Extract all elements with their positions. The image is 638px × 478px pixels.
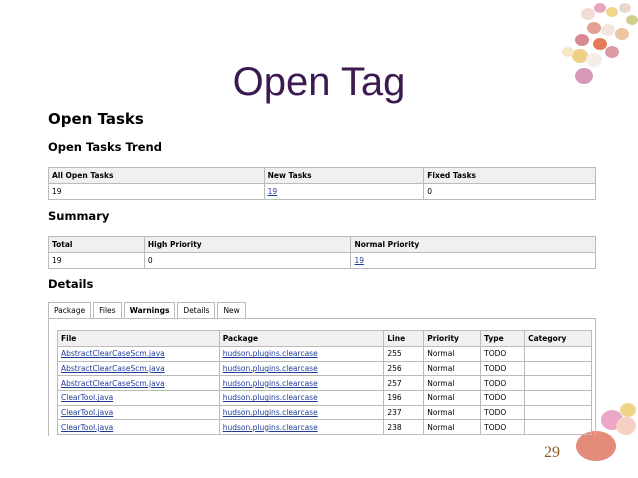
category-cell <box>524 390 592 406</box>
column-header[interactable]: Package <box>218 330 385 347</box>
column-header[interactable]: File <box>57 330 220 347</box>
details-tabs: Package Files Warnings Details New <box>48 302 246 318</box>
file-link[interactable]: ClearTool.java <box>61 393 113 402</box>
tab-warnings[interactable]: Warnings <box>123 302 176 318</box>
line-cell: 257 <box>383 375 425 392</box>
tab-details[interactable]: Details <box>177 302 216 318</box>
category-cell <box>524 360 592 377</box>
trend-table: All Open Tasks New Tasks Fixed Tasks 19 … <box>48 167 596 200</box>
tab-package[interactable]: Package <box>48 302 92 318</box>
priority-cell: Normal <box>423 419 482 436</box>
high-priority-value: 0 <box>143 252 352 269</box>
line-cell: 237 <box>383 404 425 421</box>
priority-cell: Normal <box>423 375 482 392</box>
category-cell <box>524 346 592 362</box>
type-cell: TODO <box>480 375 526 392</box>
table-row: AbstractClearCaseScm.java hudson.plugins… <box>57 346 592 362</box>
summary-heading: Summary <box>48 209 110 223</box>
column-header: All Open Tasks <box>48 167 265 184</box>
file-link[interactable]: AbstractClearCaseScm.java <box>61 349 165 358</box>
package-link[interactable]: hudson.plugins.clearcase <box>223 349 318 358</box>
package-link[interactable]: hudson.plugins.clearcase <box>223 379 318 388</box>
column-header: New Tasks <box>263 167 425 184</box>
summary-header-row: Total High Priority Normal Priority <box>48 236 596 253</box>
tab-files[interactable]: Files <box>93 302 122 318</box>
column-header[interactable]: Type <box>480 330 526 347</box>
type-cell: TODO <box>480 419 526 436</box>
new-tasks-link[interactable]: 19 <box>268 187 278 196</box>
column-header[interactable]: Line <box>383 330 425 347</box>
warnings-table: File Package Line Priority Type Category… <box>57 330 592 436</box>
table-row: 19 0 19 <box>48 252 596 269</box>
priority-cell: Normal <box>423 346 482 362</box>
table-row: 19 19 0 <box>48 183 596 200</box>
page-heading: Open Tasks <box>48 110 144 128</box>
summary-table: Total High Priority Normal Priority 19 0… <box>48 236 596 269</box>
line-cell: 196 <box>383 390 425 406</box>
type-cell: TODO <box>480 360 526 377</box>
column-header: Normal Priority <box>350 236 596 253</box>
file-link[interactable]: AbstractClearCaseScm.java <box>61 364 165 373</box>
normal-priority-link[interactable]: 19 <box>354 256 364 265</box>
table-row: AbstractClearCaseScm.java hudson.plugins… <box>57 375 592 392</box>
category-cell <box>524 419 592 436</box>
warnings-header-row: File Package Line Priority Type Category <box>57 330 592 347</box>
details-heading: Details <box>48 277 94 291</box>
priority-cell: Normal <box>423 390 482 406</box>
column-header: Total <box>48 236 145 253</box>
type-cell: TODO <box>480 404 526 421</box>
line-cell: 255 <box>383 346 425 362</box>
table-row: ClearTool.java hudson.plugins.clearcase … <box>57 390 592 406</box>
line-cell: 256 <box>383 360 425 377</box>
table-row: ClearTool.java hudson.plugins.clearcase … <box>57 404 592 421</box>
category-cell <box>524 375 592 392</box>
slide-title: Open Tag <box>232 60 406 104</box>
column-header: Fixed Tasks <box>423 167 596 184</box>
line-cell: 238 <box>383 419 425 436</box>
table-row: ClearTool.java hudson.plugins.clearcase … <box>57 419 592 436</box>
file-link[interactable]: ClearTool.java <box>61 423 113 432</box>
tab-new[interactable]: New <box>217 302 246 318</box>
package-link[interactable]: hudson.plugins.clearcase <box>223 393 318 402</box>
priority-cell: Normal <box>423 404 482 421</box>
trend-heading: Open Tasks Trend <box>48 140 162 154</box>
table-row: AbstractClearCaseScm.java hudson.plugins… <box>57 360 592 377</box>
slide-number: 29 <box>544 444 560 461</box>
column-header[interactable]: Category <box>524 330 592 347</box>
priority-cell: Normal <box>423 360 482 377</box>
column-header: High Priority <box>143 236 352 253</box>
fixed-tasks-value: 0 <box>423 183 596 200</box>
package-link[interactable]: hudson.plugins.clearcase <box>223 364 318 373</box>
file-link[interactable]: AbstractClearCaseScm.java <box>61 379 165 388</box>
package-link[interactable]: hudson.plugins.clearcase <box>223 423 318 432</box>
category-cell <box>524 404 592 421</box>
trend-header-row: All Open Tasks New Tasks Fixed Tasks <box>48 167 596 184</box>
file-link[interactable]: ClearTool.java <box>61 408 113 417</box>
total-value: 19 <box>48 252 145 269</box>
type-cell: TODO <box>480 346 526 362</box>
type-cell: TODO <box>480 390 526 406</box>
column-header[interactable]: Priority <box>423 330 482 347</box>
all-open-tasks-value: 19 <box>48 183 265 200</box>
package-link[interactable]: hudson.plugins.clearcase <box>223 408 318 417</box>
